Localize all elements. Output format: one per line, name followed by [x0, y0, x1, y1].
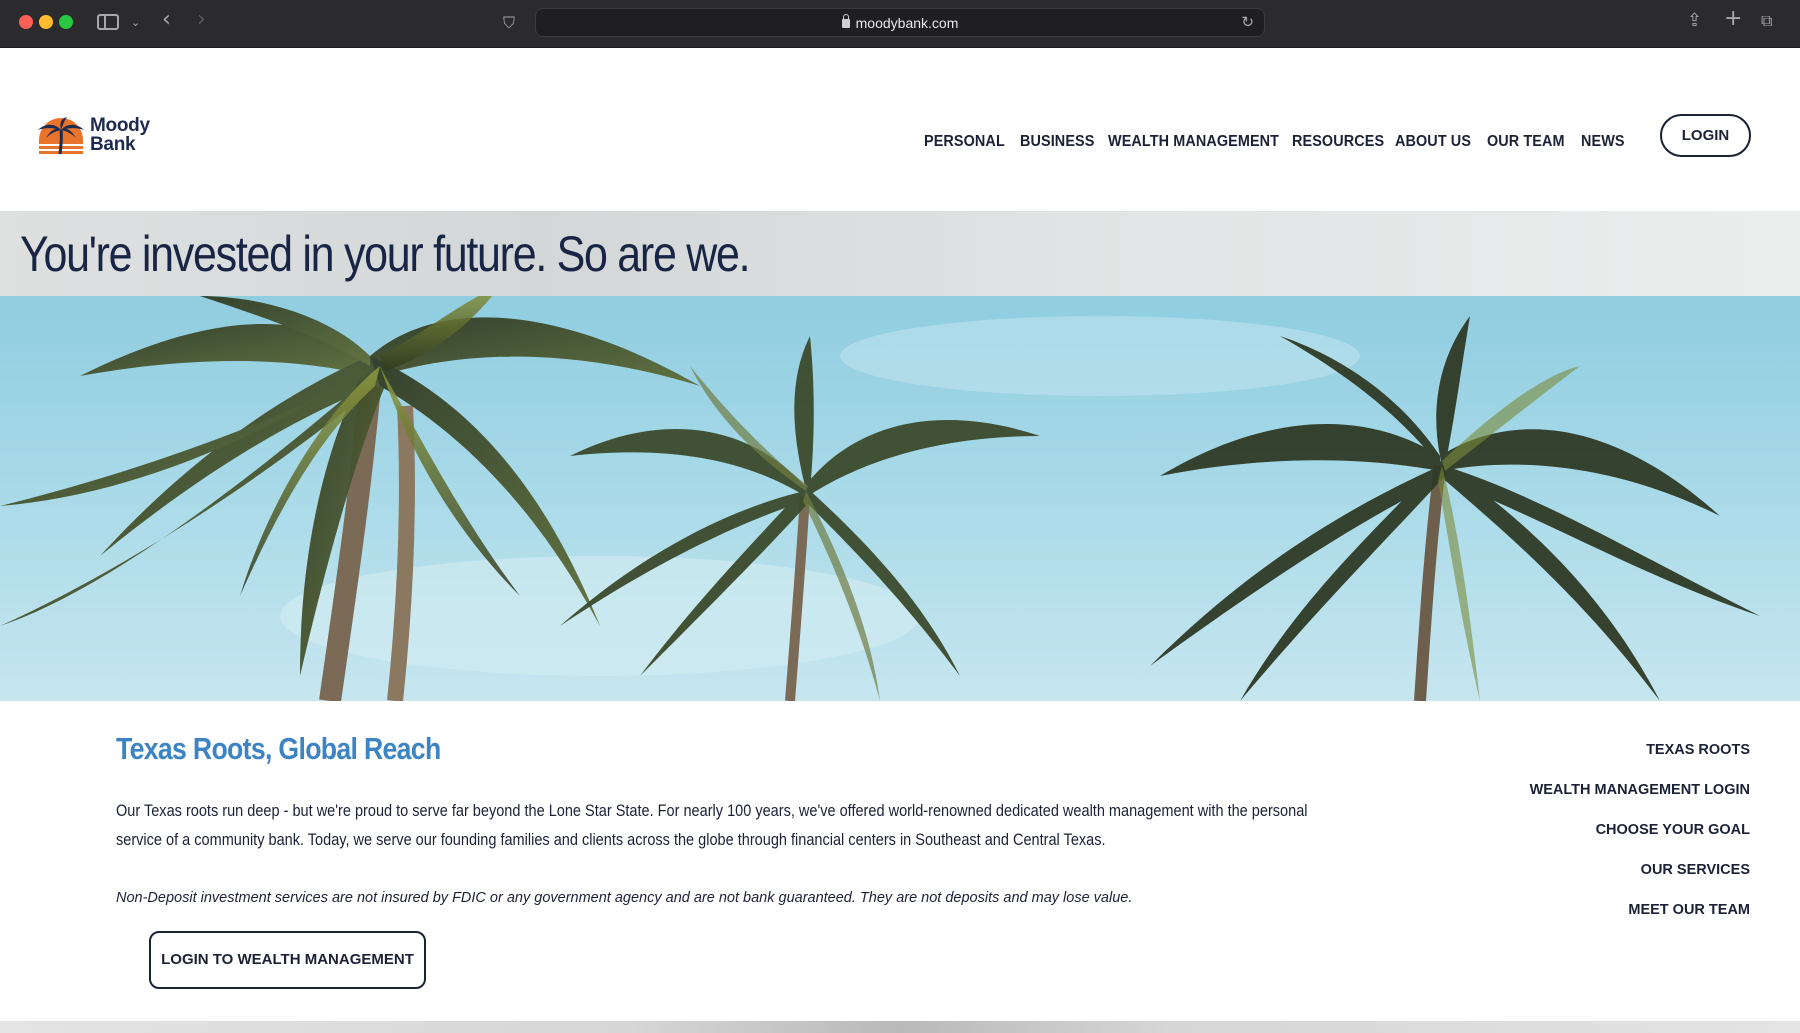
fdic-disclaimer: Non-Deposit investment services are not … — [116, 890, 1133, 906]
nav-business[interactable]: BUSINESS — [1020, 127, 1094, 157]
privacy-shield-icon[interactable]: ⛉ — [503, 12, 515, 34]
side-link-choose-your-goal[interactable]: CHOOSE YOUR GOAL — [1420, 821, 1750, 861]
section-body: Our Texas roots run deep - but we're pro… — [116, 802, 1308, 849]
close-window-button[interactable] — [19, 15, 33, 29]
forward-icon[interactable]: › — [197, 9, 206, 31]
tab-overview-icon[interactable]: ⧉ — [1761, 10, 1772, 32]
lock-icon — [841, 14, 850, 28]
side-link-meet-our-team[interactable]: MEET OUR TEAM — [1420, 901, 1750, 941]
nav-wealth-management[interactable]: WEALTH MANAGEMENT — [1108, 127, 1279, 157]
hero-title: You're invested in your future. So are w… — [20, 226, 751, 282]
nav-news[interactable]: NEWS — [1581, 127, 1625, 157]
login-wealth-management-button[interactable]: LOGIN TO WEALTH MANAGEMENT — [149, 931, 426, 989]
side-link-texas-roots[interactable]: TEXAS ROOTS — [1420, 741, 1750, 781]
reload-icon[interactable]: ↻ — [1241, 13, 1254, 31]
palm-trees-image — [0, 296, 1760, 701]
side-link-wealth-management-login[interactable]: WEALTH MANAGEMENT LOGIN — [1420, 781, 1750, 821]
hero-banner: You're invested in your future. So are w… — [0, 211, 1800, 701]
site-header: Moody Bank PERSONAL BUSINESS WEALTH MANA… — [0, 48, 1800, 211]
nav-about-us[interactable]: ABOUT US — [1395, 127, 1471, 157]
nav-our-team[interactable]: OUR TEAM — [1487, 127, 1565, 157]
hero-title-band: You're invested in your future. So are w… — [0, 211, 1800, 296]
browser-toolbar: ⌄ ‹ › ⛉ moodybank.com ↻ ⇪ + ⧉ — [0, 0, 1800, 48]
chevron-down-icon[interactable]: ⌄ — [131, 12, 140, 34]
login-button[interactable]: LOGIN — [1660, 114, 1751, 157]
address-bar[interactable]: moodybank.com ↻ — [535, 8, 1265, 37]
back-icon[interactable]: ‹ — [162, 9, 171, 31]
new-tab-icon[interactable]: + — [1724, 8, 1742, 30]
nav-personal[interactable]: PERSONAL — [924, 127, 1005, 157]
intro-section: Texas Roots, Global Reach Our Texas root… — [0, 701, 1800, 1021]
section-side-nav: TEXAS ROOTS WEALTH MANAGEMENT LOGIN CHOO… — [1420, 741, 1750, 941]
side-link-our-services[interactable]: OUR SERVICES — [1420, 861, 1750, 901]
section-title: Texas Roots, Global Reach — [116, 731, 441, 766]
nav-resources[interactable]: RESOURCES — [1292, 127, 1384, 157]
main-nav: PERSONAL BUSINESS WEALTH MANAGEMENT RESO… — [0, 127, 1800, 157]
hero-palm-image — [0, 296, 1800, 701]
zoom-window-button[interactable] — [59, 15, 73, 29]
bottom-shadow-strip — [0, 1021, 1800, 1033]
share-icon[interactable]: ⇪ — [1687, 10, 1702, 32]
minimize-window-button[interactable] — [39, 15, 53, 29]
url-text: moodybank.com — [855, 15, 959, 31]
sidebar-toggle-icon[interactable] — [97, 14, 119, 30]
